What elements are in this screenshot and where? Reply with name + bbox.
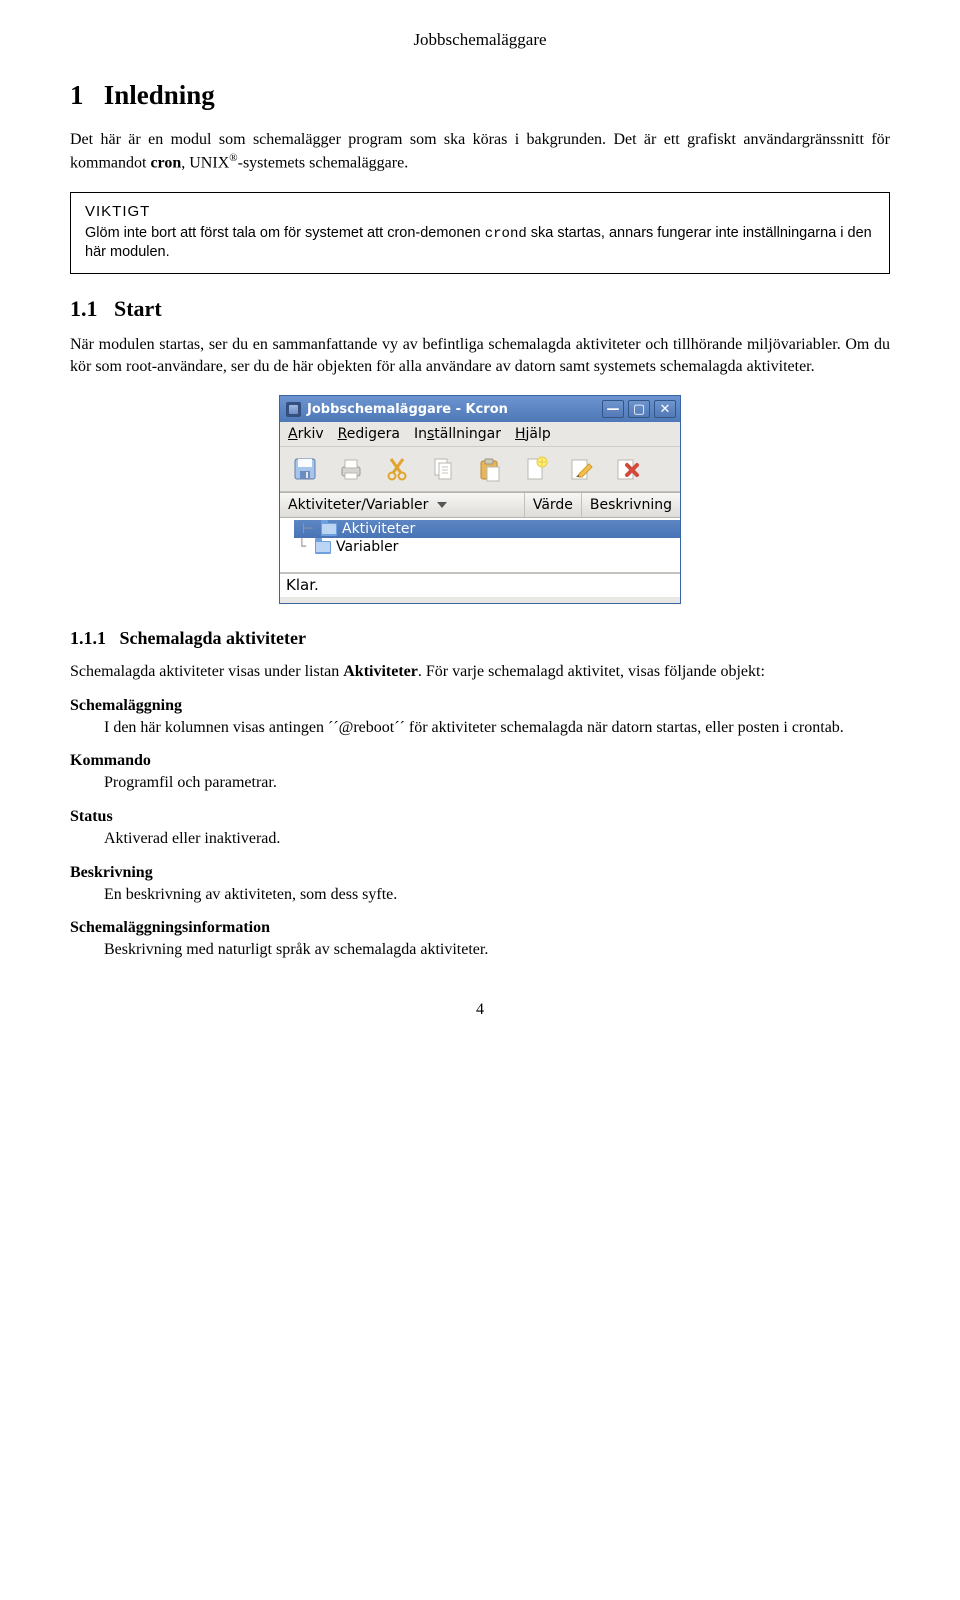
subsection-heading: 1.1 Start bbox=[70, 296, 890, 322]
intro-paragraph: Det här är en modul som schemalägger pro… bbox=[70, 129, 890, 174]
important-box: VIKTIGT Glöm inte bort att först tala om… bbox=[70, 192, 890, 274]
important-title: VIKTIGT bbox=[85, 203, 875, 220]
chevron-down-icon bbox=[437, 500, 447, 510]
def-desc: Aktiverad eller inaktiverad. bbox=[104, 828, 890, 850]
definition-list: Schemaläggning I den här kolumnen visas … bbox=[70, 697, 890, 961]
menu-hjalp[interactable]: Hjälp bbox=[515, 426, 551, 442]
section-number: 1 bbox=[70, 80, 84, 110]
edit-icon[interactable] bbox=[562, 452, 600, 486]
def-desc: En beskrivning av aktiviteten, som dess … bbox=[104, 884, 890, 906]
window-footer bbox=[280, 597, 680, 603]
def-desc: I den här kolumnen visas antingen ´´@reb… bbox=[104, 717, 890, 739]
maximize-button[interactable]: ▢ bbox=[628, 400, 650, 418]
def-term: Kommando bbox=[70, 752, 890, 770]
subsection-title: Start bbox=[114, 296, 162, 321]
menu-redigera[interactable]: Redigera bbox=[338, 426, 400, 442]
delete-icon[interactable] bbox=[608, 452, 646, 486]
def-term: Schemaläggningsinformation bbox=[70, 919, 890, 937]
toolbar bbox=[280, 447, 680, 492]
tree-branch-icon: └ bbox=[294, 539, 310, 555]
section-heading: 1 Inledning bbox=[70, 80, 890, 111]
status-bar: Klar. bbox=[280, 573, 680, 597]
kcron-window: Jobbschemaläggare - Kcron — ▢ ✕ Arkiv Re… bbox=[279, 395, 681, 604]
column-description[interactable]: Beskrivning bbox=[582, 493, 680, 517]
window-title: Jobbschemaläggare - Kcron bbox=[307, 402, 508, 417]
code-crond: crond bbox=[485, 226, 527, 242]
cut-icon[interactable] bbox=[378, 452, 416, 486]
save-icon[interactable] bbox=[286, 452, 324, 486]
tree-item-aktiviteter[interactable]: ⊢ Aktiviteter bbox=[294, 520, 680, 538]
tree-item-label: Aktiviteter bbox=[342, 521, 415, 537]
copy-icon[interactable] bbox=[424, 452, 462, 486]
def-desc: Beskrivning med naturligt språk av schem… bbox=[104, 939, 890, 961]
close-button[interactable]: ✕ bbox=[654, 400, 676, 418]
column-activities[interactable]: Aktiviteter/Variabler bbox=[280, 493, 525, 517]
page-header: Jobbschemaläggare bbox=[70, 30, 890, 50]
column-headers: Aktiviteter/Variabler Värde Beskrivning bbox=[280, 492, 680, 518]
new-icon[interactable] bbox=[516, 452, 554, 486]
def-term: Beskrivning bbox=[70, 864, 890, 882]
tree-item-variabler[interactable]: └ Variabler bbox=[288, 538, 680, 556]
start-paragraph: När modulen startas, ser du en sammanfat… bbox=[70, 334, 890, 377]
important-body: Glöm inte bort att först tala om för sys… bbox=[85, 224, 875, 263]
titlebar[interactable]: Jobbschemaläggare - Kcron — ▢ ✕ bbox=[280, 396, 680, 422]
tree-branch-icon: ⊢ bbox=[300, 521, 316, 537]
bold-cron: cron bbox=[150, 154, 181, 171]
tree-view[interactable]: ⊢ Aktiviteter └ Variabler bbox=[280, 518, 680, 573]
column-value[interactable]: Värde bbox=[525, 493, 582, 517]
sched-paragraph: Schemalagda aktiviteter visas under list… bbox=[70, 661, 890, 683]
def-desc: Programfil och parametrar. bbox=[104, 772, 890, 794]
bold-aktiviteter: Aktiviteter bbox=[343, 663, 418, 680]
subsection-number: 1.1 bbox=[70, 296, 98, 321]
menu-arkiv[interactable]: Arkiv bbox=[288, 426, 324, 442]
subsubsection-title: Schemalagda aktiviteter bbox=[120, 628, 306, 648]
subsubsection-heading: 1.1.1 Schemalagda aktiviteter bbox=[70, 628, 890, 649]
menu-installningar[interactable]: Inställningar bbox=[414, 426, 501, 442]
paste-icon[interactable] bbox=[470, 452, 508, 486]
print-icon[interactable] bbox=[332, 452, 370, 486]
menubar: Arkiv Redigera Inställningar Hjälp bbox=[280, 422, 680, 447]
page-number: 4 bbox=[70, 1001, 890, 1019]
def-term: Status bbox=[70, 808, 890, 826]
tree-item-label: Variabler bbox=[336, 539, 398, 555]
minimize-button[interactable]: — bbox=[602, 400, 624, 418]
document-page: Jobbschemaläggare 1 Inledning Det här är… bbox=[0, 0, 960, 1049]
subsubsection-number: 1.1.1 bbox=[70, 628, 106, 648]
section-title: Inledning bbox=[104, 80, 215, 110]
def-term: Schemaläggning bbox=[70, 697, 890, 715]
folder-icon bbox=[321, 523, 337, 536]
app-icon bbox=[286, 402, 301, 417]
folder-icon bbox=[315, 541, 331, 554]
registered-mark: ® bbox=[229, 152, 237, 164]
